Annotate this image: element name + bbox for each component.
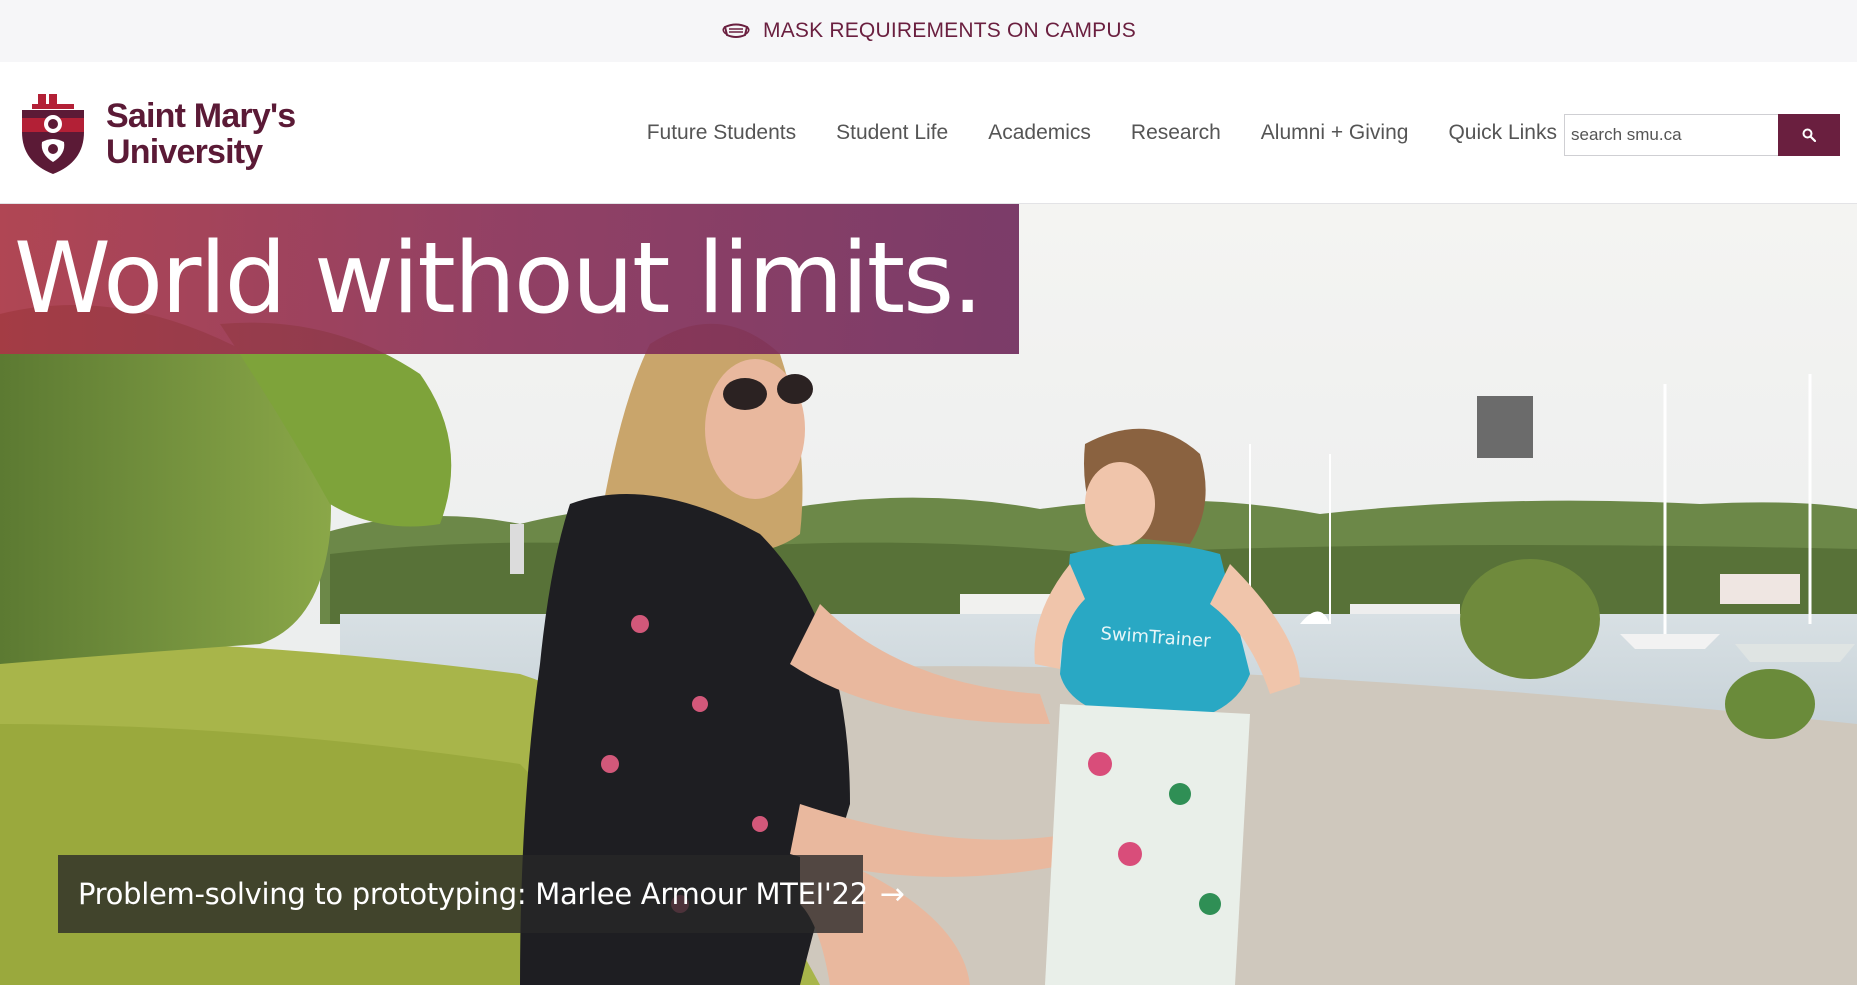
nav-student-life[interactable]: Student Life	[836, 121, 948, 145]
arrow-right-icon: →	[879, 876, 905, 912]
main-nav: Future Students Student Life Academics R…	[607, 62, 1557, 204]
university-crest-icon	[22, 94, 84, 174]
site-header: Saint Mary's University Future Students …	[0, 62, 1857, 204]
hero-banner: SwimTrainer World without limits. Proble…	[0, 204, 1857, 985]
search-form	[1564, 114, 1840, 156]
alert-bar: MASK REQUIREMENTS ON CAMPUS	[0, 0, 1857, 62]
search-button[interactable]	[1778, 114, 1840, 156]
logo-line-2: University	[106, 133, 263, 171]
logo-line-1: Saint Mary's	[106, 97, 296, 135]
featured-story-text: Problem-solving to prototyping: Marlee A…	[78, 877, 868, 911]
search-icon	[1802, 128, 1816, 142]
nav-quick-links[interactable]: Quick Links	[1448, 121, 1557, 145]
nav-future-students[interactable]: Future Students	[647, 121, 796, 145]
mask-requirements-link[interactable]: MASK REQUIREMENTS ON CAMPUS	[721, 19, 1136, 43]
hero-title: World without limits.	[14, 222, 983, 336]
site-logo[interactable]: Saint Mary's University	[18, 92, 296, 176]
face-mask-icon	[722, 23, 750, 38]
nav-alumni-giving[interactable]: Alumni + Giving	[1261, 121, 1409, 145]
featured-story-link[interactable]: Problem-solving to prototyping: Marlee A…	[58, 855, 905, 933]
search-input[interactable]	[1564, 114, 1778, 156]
hero-title-box: World without limits.	[0, 204, 1019, 354]
nav-research[interactable]: Research	[1131, 121, 1221, 145]
alert-text: MASK REQUIREMENTS ON CAMPUS	[763, 19, 1136, 42]
logo-wordmark: Saint Mary's University	[106, 97, 296, 171]
nav-academics[interactable]: Academics	[988, 121, 1091, 145]
